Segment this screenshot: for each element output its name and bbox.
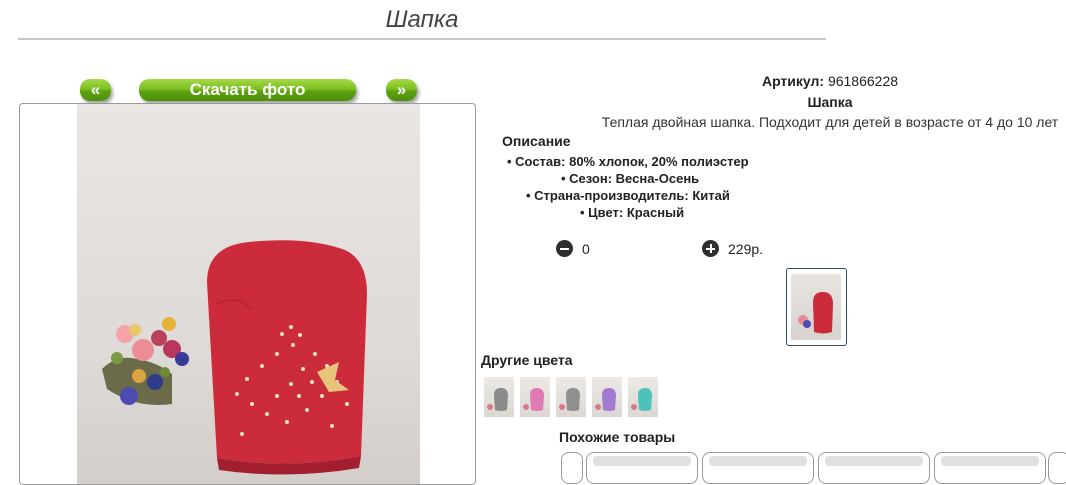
increase-quantity-icon[interactable]: [702, 240, 719, 257]
article-value: 961866228: [827, 73, 899, 89]
property-country: Страна-производитель: Китай: [534, 188, 730, 203]
property-item: • Сезон: Весна-Осень: [561, 171, 700, 186]
similar-next-arrow[interactable]: [1048, 452, 1066, 484]
product-name: Шапка: [807, 94, 853, 110]
product-photo[interactable]: [77, 104, 420, 484]
similar-prev-arrow[interactable]: [561, 452, 583, 484]
photo-thumbnail[interactable]: [786, 268, 847, 346]
description-heading: Описание: [502, 133, 571, 149]
property-item: • Состав: 80% хлопок, 20% полиэстер: [507, 154, 749, 169]
product-photo-frame: [19, 103, 476, 485]
similar-product-card[interactable]: [818, 452, 930, 484]
article-line: Артикул: 961866228: [480, 73, 1066, 89]
color-swatch-purple[interactable]: [592, 377, 622, 417]
color-swatch-turquoise[interactable]: [628, 377, 658, 417]
other-colors-heading: Другие цвета: [481, 352, 573, 368]
flower-bouquet: [102, 317, 189, 405]
property-item: • Страна-производитель: Китай: [526, 188, 730, 203]
page-title: Шапка: [385, 6, 459, 33]
price: 229р.: [728, 241, 764, 257]
article-label: Артикул:: [761, 73, 825, 89]
thumbnail-image: [791, 274, 841, 340]
title-divider: [18, 38, 826, 40]
download-photo-button[interactable]: Скачать фото: [139, 79, 356, 101]
property-composition: Состав: 80% хлопок, 20% полиэстер: [515, 154, 749, 169]
property-color: Цвет: Красный: [588, 205, 685, 220]
decrease-quantity-icon[interactable]: [556, 240, 573, 257]
next-photo-button[interactable]: »: [386, 79, 417, 101]
similar-product-card[interactable]: [586, 452, 698, 484]
hat-photo-illustration: [102, 240, 367, 475]
color-swatch-gray[interactable]: [484, 377, 514, 417]
red-hat: [207, 240, 367, 475]
similar-product-card[interactable]: [934, 452, 1046, 484]
similar-product-card[interactable]: [702, 452, 814, 484]
color-swatch-pink[interactable]: [520, 377, 550, 417]
similar-products-heading: Похожие товары: [559, 429, 676, 445]
property-season: Сезон: Весна-Осень: [569, 171, 700, 186]
property-item: • Цвет: Красный: [580, 205, 685, 220]
quantity-value: 0: [582, 241, 590, 257]
prev-photo-button[interactable]: «: [80, 79, 111, 101]
product-description: Теплая двойная шапка. Подходит для детей…: [601, 114, 1059, 130]
color-swatch-gray[interactable]: [556, 377, 586, 417]
